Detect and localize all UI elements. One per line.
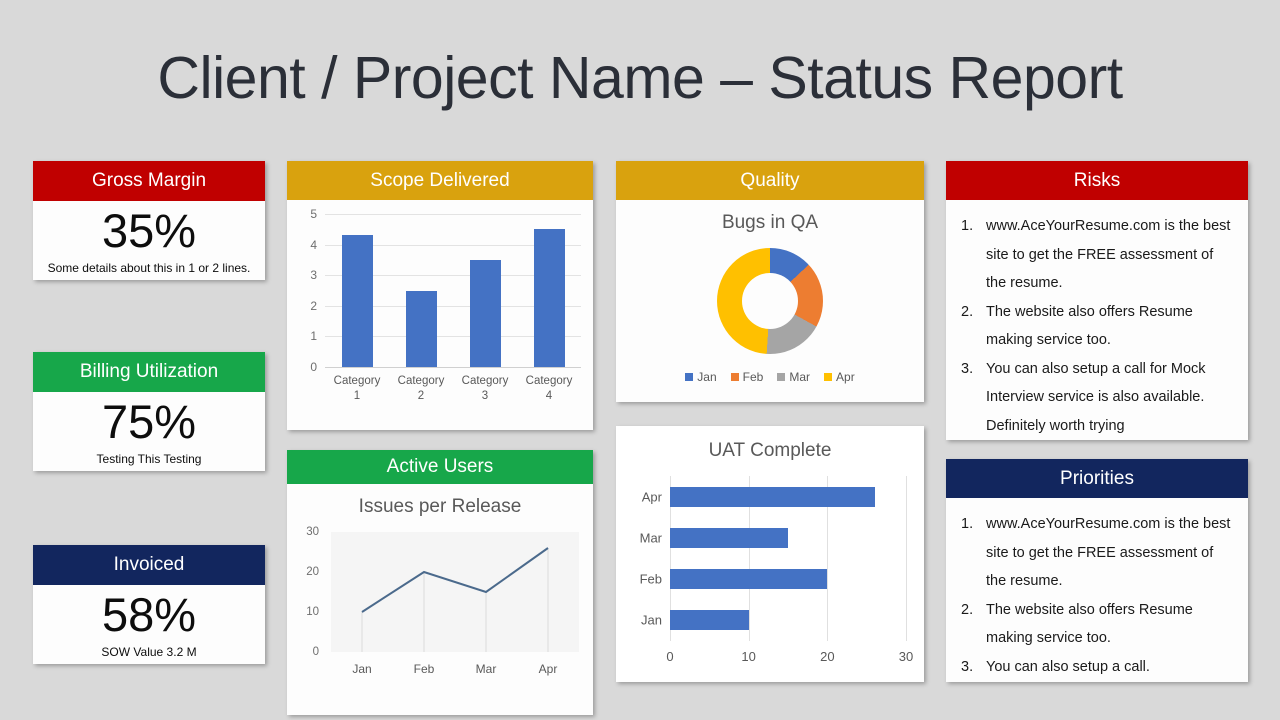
legend-label: Mar (789, 370, 811, 384)
legend-swatch (777, 373, 786, 381)
bar-feb (670, 569, 828, 590)
risk-item: You can also setup a call for Mock Inter… (961, 355, 1206, 434)
x-axis-tick-label: Mar (475, 662, 497, 676)
kpi-body-billing-utilization: 75% Testing This Testing (33, 392, 265, 471)
panel-risks: Risks www.AceYourResume.com is the best … (946, 161, 1248, 440)
panel-scope-delivered: Scope Delivered 0 1 2 3 4 5 Category 1 Category 2… (287, 161, 593, 430)
y-axis-tick-label: 0 (310, 360, 317, 374)
chart-axis-line (325, 367, 581, 368)
x-axis-tick-label: Feb (413, 662, 435, 676)
kpi-body-invoiced: 58% SOW Value 3.2 M (33, 585, 265, 664)
chart-gridline (325, 214, 581, 215)
bar-chart-scope-delivered: 0 1 2 3 4 5 Category 1 Category 2 Category 3 Categor… (287, 200, 593, 430)
panel-body-active-users: Issues per Release 0 10 20 30 Jan Feb Mar Apr (287, 484, 593, 715)
risk-item: The website also offers Resume making se… (961, 298, 1193, 349)
chart-title-bugs-in-qa: Bugs in QA (721, 212, 819, 233)
risk-item: www.AceYourResume.com is the best site t… (961, 212, 1231, 291)
x-axis-tick-label: 0 (666, 649, 674, 664)
bar-1 (341, 235, 373, 367)
legend-item-apr: Apr (824, 370, 855, 384)
panel-header-priorities: Priorities (946, 459, 1248, 498)
panel-header-active-users: Active Users (287, 450, 593, 484)
panel-body-uat-complete: UAT Complete 0 10 20 30 Jan Feb Mar Apr (616, 426, 924, 682)
line-chart-issues-per-release: 0 10 20 30 Jan Feb Mar Apr (287, 484, 593, 715)
x-axis-tick-label: Apr (538, 662, 558, 676)
x-axis-tick-label: Category 4 (525, 375, 573, 402)
kpi-note-billing-utilization: Testing This Testing (96, 451, 202, 466)
panel-uat-complete: UAT Complete 0 10 20 30 Jan Feb Mar Apr (616, 426, 924, 682)
legend-label: Apr (836, 370, 855, 384)
panel-active-users: Active Users Issues per Release 0 10 20 30 J… (287, 450, 593, 715)
kpi-header-billing-utilization: Billing Utilization (33, 352, 265, 392)
bar-3 (469, 259, 501, 367)
kpi-note-gross-margin: Some details about this in 1 or 2 lines. (47, 260, 251, 275)
x-axis-tick-label: 30 (898, 649, 914, 664)
panel-body-scope-delivered: 0 1 2 3 4 5 Category 1 Category 2 Category 3 Categor… (287, 200, 593, 430)
kpi-value-gross-margin: 35% (101, 203, 197, 257)
x-axis-tick-label: Category 3 (461, 375, 509, 402)
panel-body-quality: Bugs in QA Jan Feb Mar Apr (616, 200, 924, 402)
legend-swatch (730, 373, 739, 381)
kpi-card-gross-margin: Gross Margin 35% Some details about this… (33, 161, 265, 280)
y-axis-tick-label: 1 (310, 329, 317, 344)
legend-item-jan: Jan (685, 370, 717, 384)
legend-swatch (685, 373, 694, 381)
x-axis-tick-label: Jan (352, 662, 372, 676)
x-axis-tick-label: 10 (741, 649, 756, 664)
line-series (361, 547, 549, 652)
priorities-list: www.AceYourResume.com is the best site t… (946, 498, 1248, 681)
y-axis-tick-label: Apr (641, 489, 662, 505)
x-axis-tick-label: Category 2 (397, 375, 445, 402)
panel-body-priorities: www.AceYourResume.com is the best site t… (946, 498, 1248, 682)
panel-quality: Quality Bugs in QA Jan Feb Mar Apr (616, 161, 924, 402)
x-axis-tick-label: Category 1 (333, 375, 381, 402)
legend-label: Feb (742, 370, 764, 384)
y-axis-tick-label: Jan (641, 612, 662, 628)
panel-body-risks: www.AceYourResume.com is the best site t… (946, 200, 1248, 440)
kpi-note-invoiced: SOW Value 3.2 M (101, 644, 197, 659)
legend-swatch (824, 373, 833, 381)
priority-item: You can also setup a call. (961, 653, 1150, 681)
kpi-header-invoiced: Invoiced (33, 545, 265, 585)
donut-hole (742, 273, 798, 329)
donut-chart-bugs-in-qa (717, 248, 823, 354)
legend-item-feb: Feb (730, 370, 764, 384)
y-axis-tick-label: 4 (310, 237, 317, 252)
y-axis-tick-label: Mar (639, 530, 662, 546)
bar-jan (670, 610, 749, 631)
bar-4 (533, 229, 565, 367)
y-axis-tick-label: 2 (310, 298, 317, 313)
status-report-slide: Client / Project Name – Status Report Gr… (0, 0, 1280, 720)
kpi-card-billing-utilization: Billing Utilization 75% Testing This Tes… (33, 352, 265, 471)
kpi-body-gross-margin: 35% Some details about this in 1 or 2 li… (33, 201, 265, 280)
bar-chart-uat-complete: 0 10 20 30 Jan Feb Mar Apr (616, 426, 924, 682)
panel-priorities: Priorities www.AceYourResume.com is the … (946, 459, 1248, 682)
panel-header-quality: Quality (616, 161, 924, 200)
kpi-header-gross-margin: Gross Margin (33, 161, 265, 201)
kpi-card-invoiced: Invoiced 58% SOW Value 3.2 M (33, 545, 265, 664)
kpi-value-invoiced: 58% (101, 587, 197, 641)
bar-mar (670, 527, 788, 548)
chart-legend-bugs-in-qa: Jan Feb Mar Apr (616, 370, 924, 384)
panel-header-risks: Risks (946, 161, 1248, 200)
x-axis-tick-label: 20 (820, 649, 835, 664)
kpi-value-billing-utilization: 75% (101, 394, 197, 448)
chart-gridline (906, 476, 907, 641)
page-title: Client / Project Name – Status Report (157, 45, 1123, 111)
panel-header-scope-delivered: Scope Delivered (287, 161, 593, 200)
bar-2 (405, 290, 437, 367)
bar-apr (670, 486, 875, 507)
priority-item: www.AceYourResume.com is the best site t… (961, 510, 1231, 589)
y-axis-tick-label: Feb (639, 571, 662, 587)
legend-item-mar: Mar (777, 370, 810, 384)
legend-label: Jan (697, 370, 717, 384)
y-axis-tick-label: 3 (310, 268, 317, 283)
risks-list: www.AceYourResume.com is the best site t… (946, 200, 1248, 440)
y-axis-tick-label: 5 (310, 207, 317, 221)
priority-item: The website also offers Resume making se… (961, 596, 1193, 647)
